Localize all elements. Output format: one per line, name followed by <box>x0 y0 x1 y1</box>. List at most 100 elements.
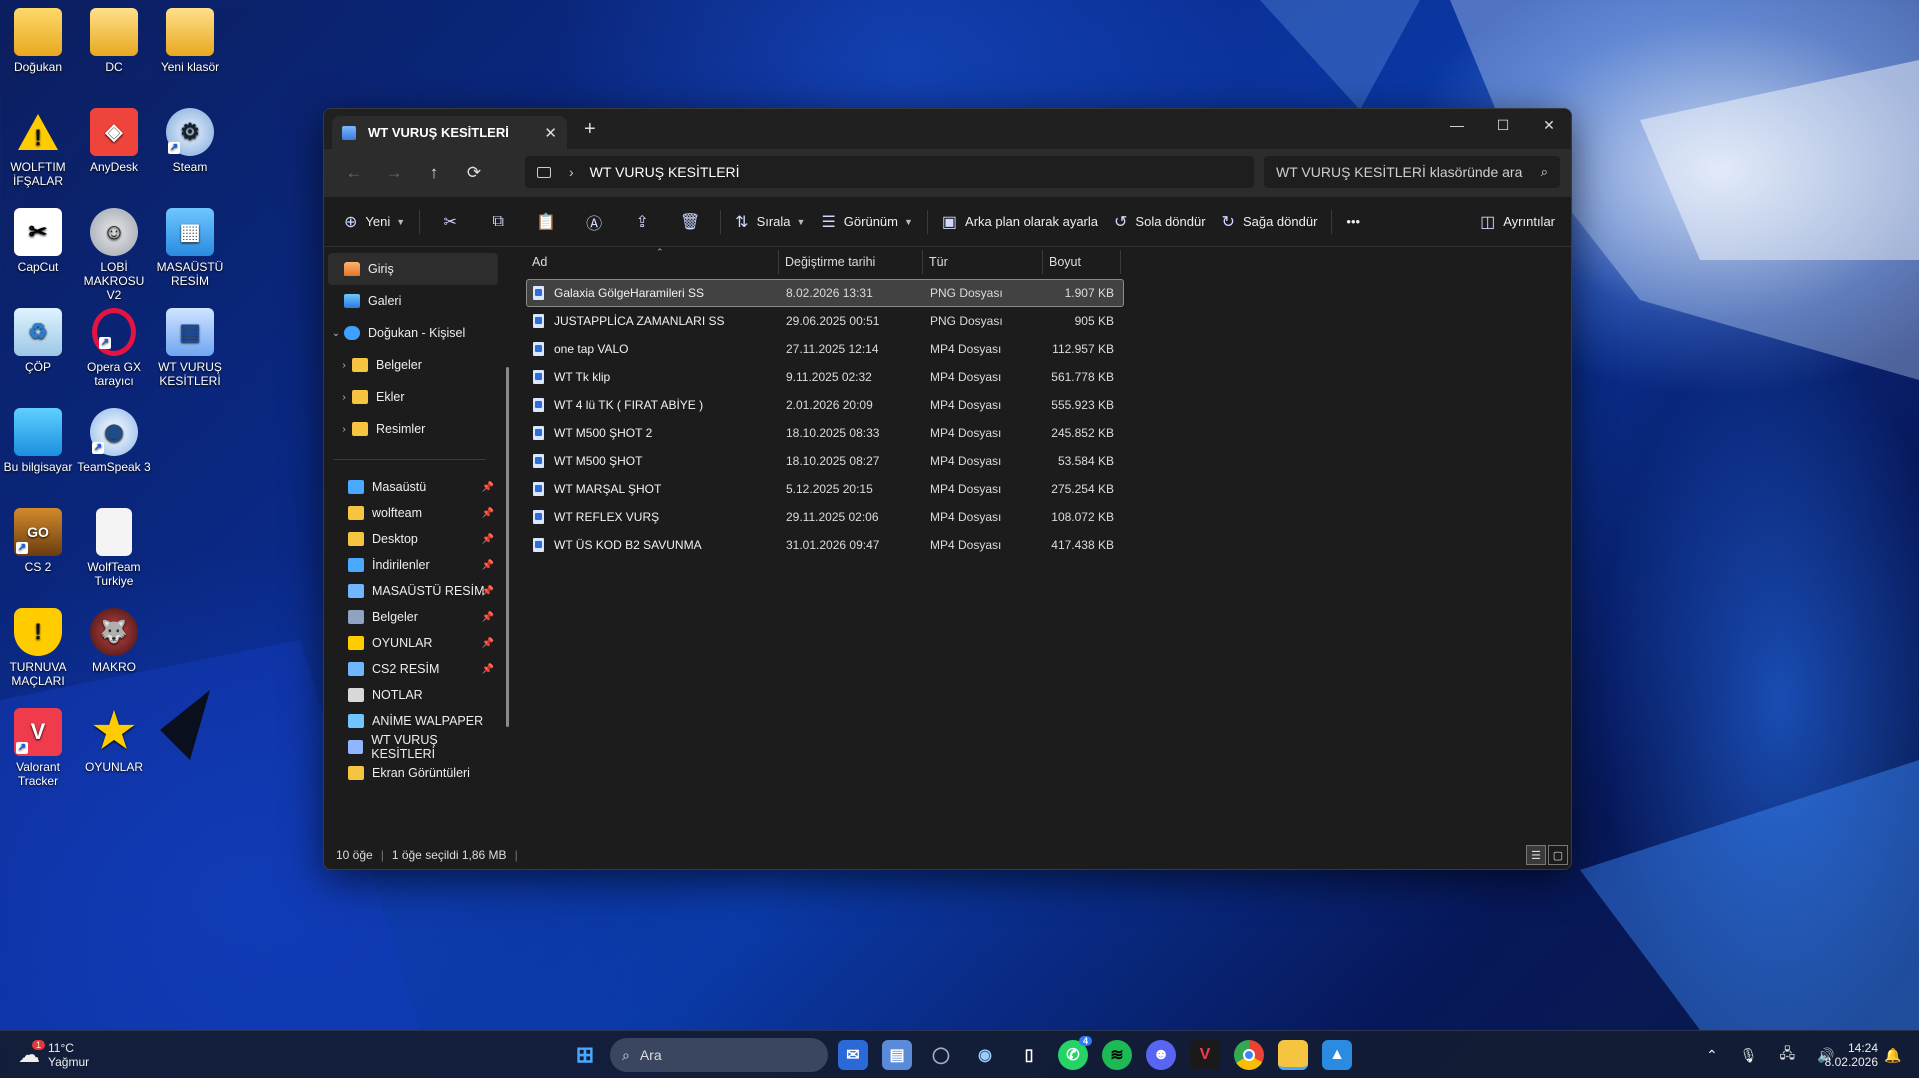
pin-icon[interactable]: 📌 <box>482 638 494 649</box>
paste-icon[interactable]: 📋 <box>522 212 570 232</box>
new-button[interactable]: ⊕ Yeni ▼ <box>336 205 413 239</box>
weather-widget[interactable]: ☁ 1 11°C Yağmur <box>18 1031 89 1078</box>
taskbar-app-teamspeak[interactable]: ◉ <box>970 1040 1000 1070</box>
sidebar-item-galeri[interactable]: Galeri <box>324 285 502 317</box>
taskbar-app-chrome[interactable] <box>1234 1040 1264 1070</box>
sidebar-scrollbar[interactable] <box>506 367 509 727</box>
sidebar-pinned-item[interactable]: ANİME WALPAPER <box>324 708 502 734</box>
refresh-icon[interactable]: ⟳ <box>454 163 494 183</box>
file-row[interactable]: Galaxia GölgeHaramileri SS 8.02.2026 13:3… <box>526 279 1124 307</box>
file-row[interactable]: WT REFLEX VURŞ 29.11.2025 02:06 MP4 Dosyas… <box>526 503 1124 531</box>
desktop-icon-masaustu-resim[interactable]: ▦ MASAÜSTÜ RESİM <box>152 208 228 288</box>
chevron-right-icon[interactable]: › <box>336 424 352 435</box>
taskbar-app-notepad[interactable]: ▤ <box>882 1040 912 1070</box>
pin-icon[interactable]: 📌 <box>482 586 494 597</box>
sidebar-pinned-item[interactable]: WT VURUŞ KESİTLERİ <box>324 733 502 761</box>
desktop-icon-opera-gx[interactable]: ↗ Opera GX tarayıcı <box>76 308 152 388</box>
desktop-icon-cs2[interactable]: GO ↗ CS 2 <box>0 508 76 574</box>
pin-icon[interactable]: 📌 <box>482 508 494 519</box>
desktop-icon-wolfteam-turkiye[interactable]: WolfTeam Turkiye <box>76 508 152 588</box>
file-row[interactable]: WT MARŞAL ŞHOT 5.12.2025 20:15 MP4 Dosyası… <box>526 475 1124 503</box>
sidebar-pinned-item[interactable]: Belgeler 📌 <box>324 604 502 630</box>
sidebar-pinned-item[interactable]: MASAÜSTÜ RESİM 📌 <box>324 578 502 604</box>
network-icon[interactable]: 🖧 <box>1780 1043 1796 1067</box>
up-icon[interactable]: ↑ <box>414 163 454 183</box>
forward-icon[interactable]: → <box>374 163 414 183</box>
sidebar-pinned-item[interactable]: İndirilenler 📌 <box>324 552 502 578</box>
breadcrumb[interactable]: WT VURUŞ KESİTLERİ <box>590 164 740 180</box>
sidebar-item-giris[interactable]: Giriş <box>328 253 498 285</box>
sidebar-pinned-item[interactable]: OYUNLAR 📌 <box>324 630 502 656</box>
cut-icon[interactable]: ✂ <box>426 212 474 232</box>
pin-icon[interactable]: 📌 <box>482 534 494 545</box>
view-button[interactable]: ☰ Görünüm ▼ <box>813 205 920 239</box>
notifications-icon[interactable]: 🔔 <box>1884 1031 1901 1078</box>
taskbar-app-discord[interactable]: ☻ <box>1146 1040 1176 1070</box>
details-view-button[interactable]: ☰ <box>1526 845 1546 865</box>
file-row[interactable]: WT 4 lü TK ( FIRAT ABİYE ) 2.01.2026 20:0… <box>526 391 1124 419</box>
close-window-button[interactable]: ✕ <box>1526 109 1571 141</box>
desktop-icon-cop[interactable]: ♻ ÇÖP <box>0 308 76 374</box>
new-tab-button[interactable]: + <box>584 118 596 141</box>
minimize-button[interactable]: — <box>1434 109 1480 141</box>
rotate-right-button[interactable]: ↻ Sağa döndür <box>1214 205 1326 239</box>
column-header-size[interactable]: Boyut <box>1043 250 1121 274</box>
desktop-icon-wt-vurus[interactable]: ▤ WT VURUŞ KESİTLERİ <box>152 308 228 388</box>
taskbar-app-file[interactable]: ▯ <box>1014 1040 1044 1070</box>
desktop-icon-yeni-klasor[interactable]: Yeni klasör <box>152 8 228 74</box>
desktop-icon-capcut[interactable]: ✂ CapCut <box>0 208 76 274</box>
sidebar-pinned-item[interactable]: NOTLAR <box>324 682 502 708</box>
sidebar-pinned-item[interactable]: Desktop 📌 <box>324 526 502 552</box>
tab-wt-vurus-kesitleri[interactable]: WT VURUŞ KESİTLERİ ✕ <box>332 116 567 149</box>
delete-icon[interactable]: 🗑 <box>666 212 714 232</box>
address-bar[interactable]: › WT VURUŞ KESİTLERİ <box>525 156 1254 188</box>
set-background-button[interactable]: ▣ Arka plan olarak ayarla <box>934 205 1106 239</box>
share-icon[interactable]: ⇪ <box>618 212 666 232</box>
column-header-type[interactable]: Tür <box>923 250 1043 274</box>
sidebar-item-onedrive[interactable]: ⌄ Doğukan - Kişisel <box>324 317 502 349</box>
microphone-icon[interactable]: 🎙 <box>1740 1047 1758 1064</box>
sidebar-item-resimler[interactable]: › Resimler <box>324 413 502 445</box>
sidebar-item-ekler[interactable]: › Ekler <box>324 381 502 413</box>
desktop-icon-oyunlar[interactable]: ★ OYUNLAR <box>76 708 152 775</box>
taskbar-search[interactable]: ⌕ Ara <box>610 1038 828 1072</box>
pin-icon[interactable]: 📌 <box>482 560 494 571</box>
pin-icon[interactable]: 📌 <box>482 612 494 623</box>
sidebar-pinned-item[interactable]: Ekran Görüntüleri <box>324 760 502 786</box>
desktop-icon-dc[interactable]: DC <box>76 8 152 74</box>
desktop-icon-turnuva[interactable]: ! TURNUVA MAÇLARI <box>0 608 76 688</box>
copy-icon[interactable]: ⧉ <box>474 213 522 231</box>
taskbar-app-spotify[interactable]: ≋ <box>1102 1040 1132 1070</box>
taskbar-app-mail[interactable]: ✉ <box>838 1040 868 1070</box>
sidebar-pinned-item[interactable]: CS2 RESİM 📌 <box>324 656 502 682</box>
file-row[interactable]: WT M500 ŞHOT 18.10.2025 08:27 MP4 Dosyası 5… <box>526 447 1124 475</box>
desktop-icon-wolftim[interactable]: ! WOLFTIM İFŞALAR <box>0 108 76 188</box>
desktop-icon-dogukan[interactable]: Doğukan <box>0 8 76 74</box>
tab-close-icon[interactable]: ✕ <box>544 124 557 142</box>
desktop-icon-bu-bilgisayar[interactable]: Bu bilgisayar <box>0 408 76 474</box>
taskbar-app-whatsapp[interactable]: ✆ 4 <box>1058 1036 1092 1070</box>
large-icons-view-button[interactable]: ▢ <box>1548 845 1568 865</box>
rotate-left-button[interactable]: ↺ Sola döndür <box>1106 205 1214 239</box>
pin-icon[interactable]: 📌 <box>482 664 494 675</box>
more-options-button[interactable]: ••• <box>1338 205 1368 239</box>
taskbar-app-file-explorer[interactable] <box>1278 1040 1308 1070</box>
sidebar-item-belgeler[interactable]: › Belgeler <box>324 349 502 381</box>
taskbar-app-opera[interactable]: ◯ <box>926 1040 956 1070</box>
column-header-name[interactable]: Ad <box>526 250 779 274</box>
desktop-icon-teamspeak[interactable]: ◉ ↗ TeamSpeak 3 <box>76 408 152 474</box>
desktop-icon-lobi-makrosu[interactable]: ☺ LOBİ MAKROSU V2 <box>76 208 152 302</box>
sidebar-pinned-item[interactable]: Masaüstü 📌 <box>324 474 502 500</box>
clock[interactable]: 14:24 8.02.2026 <box>1822 1031 1878 1078</box>
desktop-icon-anydesk[interactable]: ◈ AnyDesk <box>76 108 152 174</box>
desktop-icon-steam[interactable]: ⚙ ↗ Steam <box>152 108 228 174</box>
start-button[interactable]: ⊞ <box>570 1040 600 1070</box>
chevron-up-icon[interactable]: ⌃ <box>1706 1047 1718 1064</box>
column-header-modified[interactable]: Değiştirme tarihi <box>779 250 923 274</box>
file-row[interactable]: JUSTAPPLİCA ZAMANLARI SS 29.06.2025 00:51… <box>526 307 1124 335</box>
file-row[interactable]: one tap VALO 27.11.2025 12:14 MP4 Dosyası 1… <box>526 335 1124 363</box>
back-icon[interactable]: ← <box>334 163 374 183</box>
pin-icon[interactable]: 📌 <box>482 482 494 493</box>
taskbar-app-valorant[interactable]: V <box>1190 1040 1220 1070</box>
chevron-right-icon[interactable]: › <box>336 360 352 371</box>
